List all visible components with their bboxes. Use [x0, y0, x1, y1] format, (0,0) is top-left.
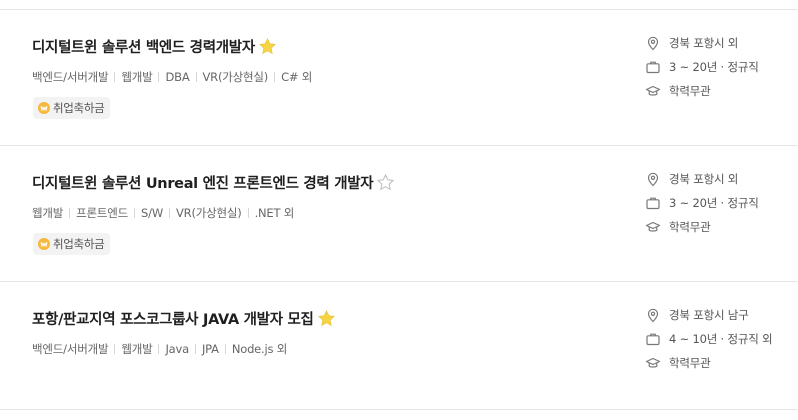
job-career-text: 4 ~ 10년 · 정규직 외 [669, 332, 773, 346]
tag-separator [195, 72, 197, 82]
job-education: 학력무관 [645, 219, 711, 235]
job-title-row: 디지털트윈 솔루션 Unreal 엔진 프론트엔드 경력 개발자 [32, 172, 395, 193]
star-icon[interactable] [317, 309, 336, 328]
location-pin-icon [645, 171, 661, 187]
job-location-text: 경북 포항시 남구 [669, 308, 749, 322]
briefcase-icon [645, 59, 661, 75]
tag-separator [158, 72, 160, 82]
benefit-badge-label: 취업축하금 [53, 101, 105, 115]
job-location: 경북 포항시 외 [645, 171, 738, 187]
briefcase-icon [645, 195, 661, 211]
job-title[interactable]: 디지털트윈 솔루션 백엔드 경력개발자 [32, 36, 255, 57]
job-tag: VR(가상현실) [176, 206, 242, 220]
job-tag: 웹개발 [32, 206, 64, 220]
job-title[interactable]: 디지털트윈 솔루션 Unreal 엔진 프론트엔드 경력 개발자 [32, 172, 374, 193]
job-tags: 백엔드/서버개발 웹개발 DBA VR(가상현실) C# 외 [32, 69, 312, 85]
job-location: 경북 포항시 남구 [645, 307, 749, 323]
job-tag: Node.js 외 [231, 342, 288, 356]
job-education: 학력무관 [645, 83, 711, 99]
job-tags: 백엔드/서버개발 웹개발 Java JPA Node.js 외 [32, 341, 287, 357]
tag-separator [114, 344, 116, 354]
job-education-text: 학력무관 [669, 220, 711, 234]
tag-separator [169, 208, 170, 218]
graduation-cap-icon [645, 355, 661, 371]
benefit-badge: 취업축하금 [33, 97, 111, 119]
star-icon[interactable] [258, 37, 277, 56]
benefit-badge-label: 취업축하금 [53, 237, 105, 251]
graduation-cap-icon [645, 219, 661, 235]
job-career: 3 ~ 20년 · 정규직 [645, 195, 759, 211]
tag-separator [247, 208, 249, 218]
job-tag: Java [165, 342, 189, 356]
tag-separator [194, 344, 196, 354]
job-title-row: 포항/판교지역 포스코그룹사 JAVA 개발자 모집 [32, 308, 336, 329]
tag-separator [114, 72, 116, 82]
job-listing[interactable]: 디지털트윈 솔루션 백엔드 경력개발자 백엔드/서버개발 웹개발 DBA VR(… [0, 10, 798, 144]
star-icon[interactable] [376, 173, 395, 192]
job-tag: .NET 외 [254, 206, 295, 220]
job-tag: 프론트엔드 [76, 206, 129, 220]
tag-separator [274, 72, 276, 82]
job-tag: VR(가상현실) [202, 70, 269, 84]
job-location-text: 경북 포항시 외 [669, 36, 739, 50]
job-title-row: 디지털트윈 솔루션 백엔드 경력개발자 [32, 36, 277, 57]
briefcase-icon [645, 331, 661, 347]
job-education-text: 학력무관 [669, 84, 711, 98]
tag-separator [69, 208, 71, 218]
job-career-text: 3 ~ 20년 · 정규직 [669, 60, 759, 74]
job-tags: 웹개발 프론트엔드 S/W VR(가상현실) .NET 외 [32, 205, 294, 221]
job-listing[interactable]: 디지털트윈 솔루션 Unreal 엔진 프론트엔드 경력 개발자 웹개발 프론트… [0, 146, 798, 280]
tag-separator [158, 344, 160, 354]
job-education-text: 학력무관 [669, 356, 711, 370]
tag-separator [224, 344, 226, 354]
job-education: 학력무관 [645, 355, 711, 371]
location-pin-icon [645, 307, 661, 323]
job-tag: C# 외 [281, 70, 313, 84]
benefit-badge: 취업축하금 [33, 233, 111, 255]
job-tag: 백엔드/서버개발 [32, 70, 109, 84]
job-tag: JPA [201, 342, 219, 356]
graduation-cap-icon [645, 83, 661, 99]
job-tag: DBA [165, 70, 190, 84]
job-listing[interactable]: 포항/판교지역 포스코그룹사 JAVA 개발자 모집 백엔드/서버개발 웹개발 … [0, 282, 798, 408]
job-tag: S/W [141, 206, 163, 220]
job-location-text: 경북 포항시 외 [669, 172, 739, 186]
job-location: 경북 포항시 외 [645, 35, 738, 51]
coin-icon [38, 238, 50, 250]
tag-separator [134, 208, 136, 218]
divider-bottom [0, 409, 798, 410]
job-career-text: 3 ~ 20년 · 정규직 [669, 196, 759, 210]
job-tag: 백엔드/서버개발 [32, 342, 109, 356]
job-tag: 웹개발 [121, 342, 153, 356]
job-career: 4 ~ 10년 · 정규직 외 [645, 331, 773, 347]
job-tag: 웹개발 [121, 70, 153, 84]
job-title[interactable]: 포항/판교지역 포스코그룹사 JAVA 개발자 모집 [32, 308, 314, 329]
job-career: 3 ~ 20년 · 정규직 [645, 59, 759, 75]
location-pin-icon [645, 35, 661, 51]
coin-icon [38, 102, 50, 114]
